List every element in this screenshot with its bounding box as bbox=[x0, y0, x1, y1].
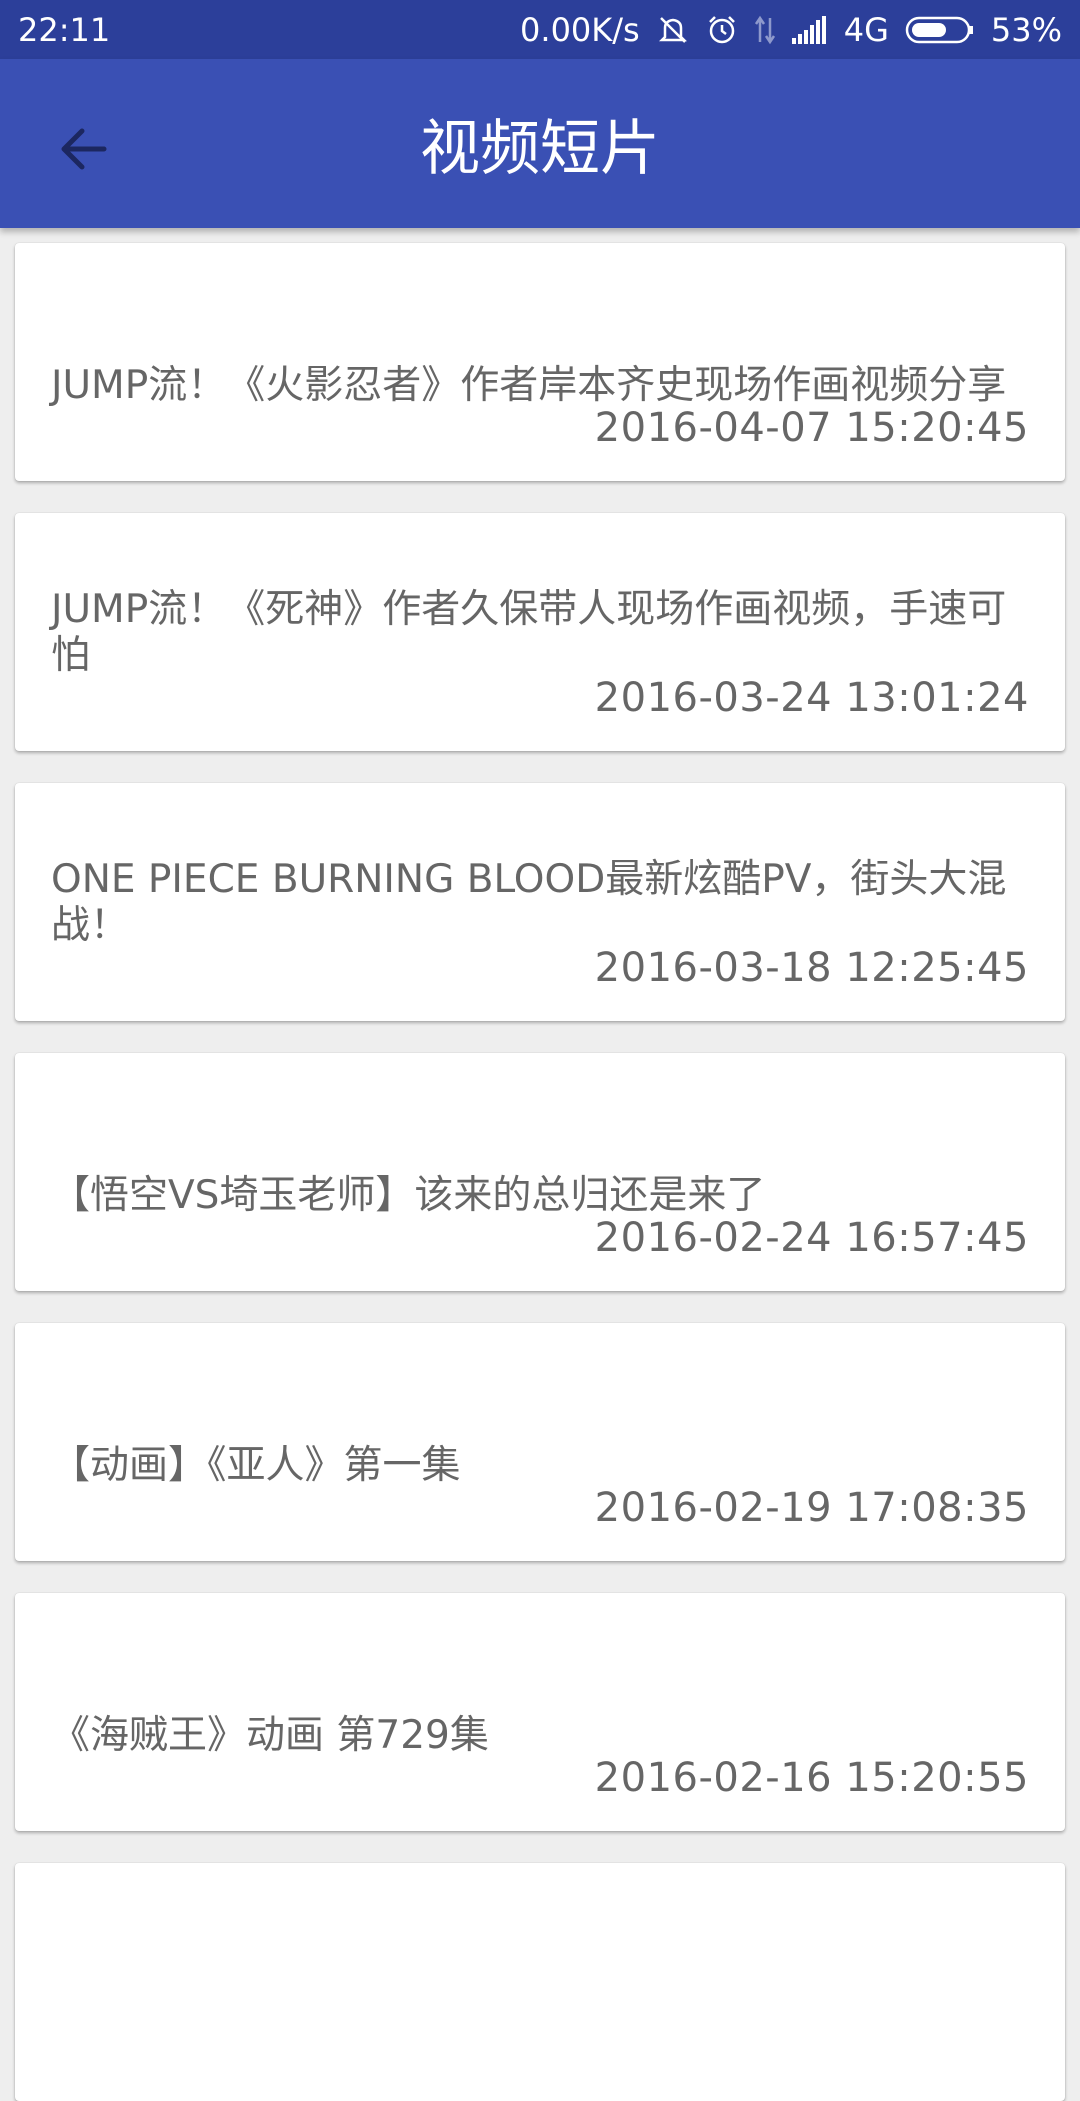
signal-icon bbox=[791, 15, 828, 44]
list-item[interactable]: 【动画】《亚人》第一集 2016-02-19 17:08:35 bbox=[15, 1323, 1065, 1561]
item-title: 《海贼王》动画 第729集 bbox=[51, 1713, 489, 1758]
item-title: ONE PIECE BURNING BLOOD最新炫酷PV，街头大混战！ bbox=[51, 857, 1007, 948]
battery-percent: 53% bbox=[990, 10, 1062, 49]
list-item[interactable]: JUMP流！《死神》作者久保带人现场作画视频，手速可怕 2016-03-24 1… bbox=[15, 513, 1065, 751]
alarm-icon bbox=[706, 14, 738, 46]
item-date: 2016-04-07 15:20:45 bbox=[594, 405, 1029, 451]
arrow-back-icon bbox=[61, 128, 107, 170]
list-item[interactable] bbox=[15, 1863, 1065, 2101]
network-type: 4G bbox=[843, 10, 889, 49]
list-item[interactable]: JUMP流！《火影忍者》作者岸本齐史现场作画视频分享 2016-04-07 15… bbox=[15, 243, 1065, 481]
status-bar: 22:11 0.00K/s 4G 53% bbox=[0, 0, 1080, 59]
page-title: 视频短片 bbox=[420, 114, 660, 184]
item-date: 2016-03-24 13:01:24 bbox=[594, 675, 1029, 721]
back-button[interactable] bbox=[40, 105, 128, 193]
status-icons: 0.00K/s 4G 53% bbox=[520, 11, 1062, 49]
item-title: 【动画】《亚人》第一集 bbox=[51, 1443, 461, 1488]
item-title: JUMP流！《死神》作者久保带人现场作画视频，手速可怕 bbox=[51, 587, 1007, 678]
item-title: 【悟空VS埼玉老师】该来的总归还是来了 bbox=[51, 1173, 766, 1218]
battery-icon bbox=[905, 15, 975, 45]
list-item[interactable]: 《海贼王》动画 第729集 2016-02-16 15:20:55 bbox=[15, 1593, 1065, 1831]
item-date: 2016-02-24 16:57:45 bbox=[594, 1215, 1029, 1261]
item-date: 2016-02-19 17:08:35 bbox=[594, 1485, 1029, 1531]
item-date: 2016-03-18 12:25:45 bbox=[594, 945, 1029, 991]
app-bar: 视频短片 bbox=[0, 59, 1080, 228]
list-item[interactable]: 【悟空VS埼玉老师】该来的总归还是来了 2016-02-24 16:57:45 bbox=[15, 1053, 1065, 1291]
list-item[interactable]: ONE PIECE BURNING BLOOD最新炫酷PV，街头大混战！ 201… bbox=[15, 783, 1065, 1021]
status-time: 22:11 bbox=[18, 10, 111, 49]
mute-icon bbox=[656, 13, 690, 47]
item-title: JUMP流！《火影忍者》作者岸本齐史现场作画视频分享 bbox=[51, 363, 1007, 408]
data-arrows-icon bbox=[754, 14, 776, 46]
network-speed: 0.00K/s bbox=[520, 10, 640, 49]
item-date: 2016-02-16 15:20:55 bbox=[594, 1755, 1029, 1801]
